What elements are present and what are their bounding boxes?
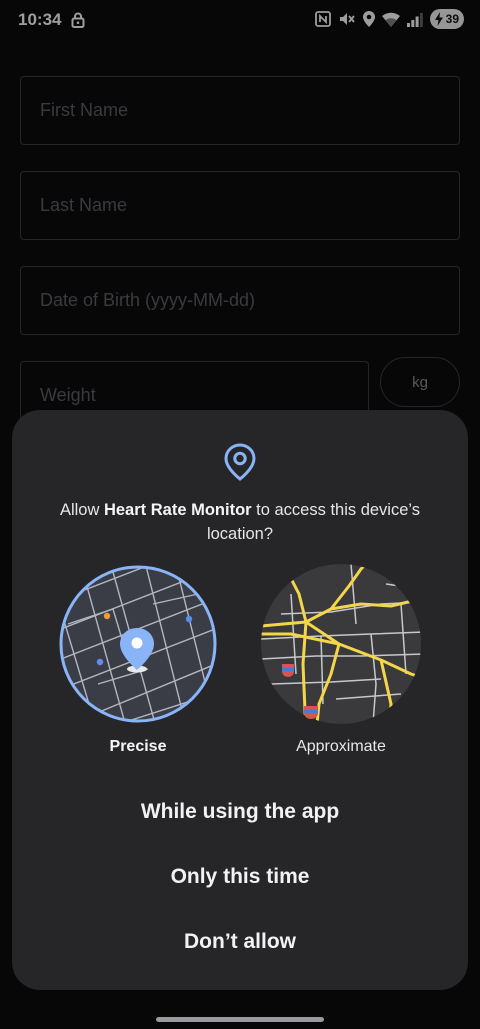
location-permission-dialog: Allow Heart Rate Monitor to access this …: [12, 410, 468, 990]
dialog-app-name: Heart Rate Monitor: [103, 501, 252, 519]
precise-location-option[interactable]: Precise: [54, 562, 222, 762]
approximate-map-icon: [261, 564, 421, 724]
dialog-title: Allow Heart Rate Monitor to access this …: [36, 498, 444, 546]
gesture-nav-handle[interactable]: [156, 1017, 324, 1022]
while-using-app-button[interactable]: While using the app: [36, 784, 444, 840]
approximate-label: Approximate: [296, 738, 386, 755]
only-this-time-button[interactable]: Only this time: [36, 849, 444, 905]
precise-map-icon: [59, 565, 217, 723]
dont-allow-button[interactable]: Don’t allow: [36, 914, 444, 970]
precise-label: Precise: [109, 738, 167, 755]
location-pin-icon: [224, 443, 256, 481]
approximate-location-option[interactable]: Approximate: [257, 562, 425, 762]
screen: 10:34 39 First Name Last Name Date of Bi…: [0, 0, 480, 1029]
dialog-title-prefix: Allow: [59, 501, 104, 519]
